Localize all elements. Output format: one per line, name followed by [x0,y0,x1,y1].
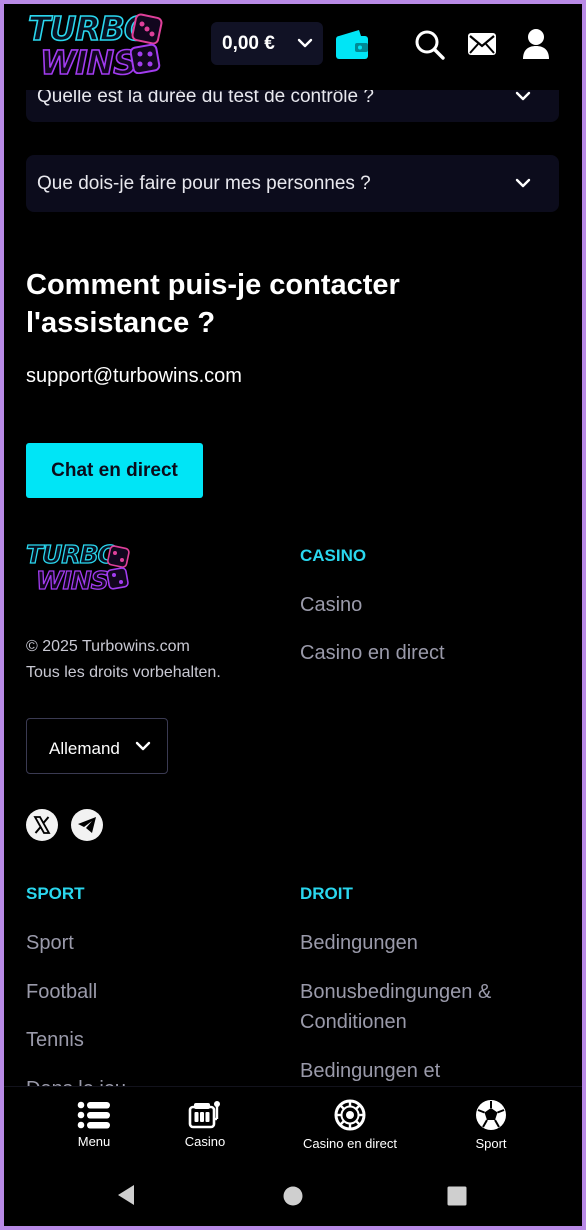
rights-text: Tous les droits vorbehalten. [26,664,221,681]
dice-icon [106,545,130,590]
footer-heading-casino: CASINO [300,546,367,565]
x-twitter-link[interactable] [26,809,58,841]
contact-title: Comment puis-je contacter l'assistance ? [26,266,446,342]
live-chat-button[interactable]: Chat en direct [26,443,203,498]
dice-icon [130,13,163,74]
nav-menu[interactable]: Menu [64,1087,124,1161]
balance-amount: 0,00 € [222,33,275,54]
nav-label: Sport [475,1136,507,1151]
language-value: Allemand [49,739,120,758]
footer-link-live-casino[interactable]: Casino en direct [300,638,445,668]
app-screen: TURBO WINS 0,00 € Quelle est la durée du… [4,4,582,1226]
x-twitter-icon [33,816,51,834]
soccer-ball-icon [476,1100,506,1130]
turbowins-logo[interactable]: TURBO WINS [26,8,166,84]
home-icon[interactable] [283,1186,303,1206]
footer-link-terms-et[interactable]: Bedingungen et [300,1056,440,1086]
footer-heading-sport: SPORT [26,884,85,903]
nav-label: Casino en direct [303,1136,397,1151]
copyright-text: © 2025 Turbowins.com [26,638,190,655]
logo-text-wins: WINS [39,43,138,82]
recents-icon[interactable] [447,1186,467,1206]
chevron-down-icon [515,178,531,188]
chevron-down-icon [515,91,531,101]
back-icon[interactable] [116,1184,136,1206]
nav-label: Casino [184,1134,226,1149]
wallet-icon[interactable] [335,28,369,60]
footer-link-football[interactable]: Football [26,977,97,1007]
top-header: TURBO WINS 0,00 € [4,4,582,90]
telegram-link[interactable] [71,809,103,841]
nav-casino[interactable]: Casino [174,1087,236,1161]
footer-heading-droit: DROIT [300,884,353,903]
system-navigation-bar [4,1160,582,1226]
balance-selector[interactable]: 0,00 € [211,22,323,65]
contact-title-line2: l'assistance ? [26,307,216,339]
footer-logo[interactable]: TURBO WINS [25,540,136,600]
footer-link-bonus-terms-line1: Bonusbedingungen & [300,981,492,1003]
menu-icon [77,1101,110,1129]
footer-link-terms[interactable]: Bedingungen [300,928,418,958]
contact-title-line1: Comment puis-je contacter [26,269,400,301]
search-icon[interactable] [414,29,446,61]
footer-link-casino[interactable]: Casino [300,590,362,620]
user-icon[interactable] [522,28,550,60]
logo-text-wins: WINS [35,566,109,595]
mail-icon[interactable] [467,32,497,56]
nav-live-casino[interactable]: Casino en direct [294,1087,406,1161]
slot-machine-icon [188,1101,220,1129]
roulette-chip-icon [334,1099,366,1131]
nav-label: Menu [77,1134,111,1149]
nav-sport[interactable]: Sport [460,1087,522,1161]
faq-question: Que dois-je faire pour mes personnes ? [37,173,371,194]
footer-link-bonus-terms[interactable]: Bonusbedingungen & Conditionen [300,977,491,1037]
footer-link-bonus-terms-line2: Conditionen [300,1011,407,1033]
bottom-navigation: Menu Casino Casino en direct Sport [4,1086,582,1161]
footer-link-sport[interactable]: Sport [26,928,74,958]
faq-item[interactable]: Que dois-je faire pour mes personnes ? [26,155,559,212]
telegram-icon [78,817,96,833]
chevron-down-icon [297,38,313,48]
support-email-link[interactable]: support@turbowins.com [26,365,242,388]
logo-text-turbo: TURBO [25,540,119,569]
chevron-down-icon [135,741,151,751]
language-selector[interactable]: Allemand [26,718,168,774]
footer-link-tennis[interactable]: Tennis [26,1025,84,1055]
